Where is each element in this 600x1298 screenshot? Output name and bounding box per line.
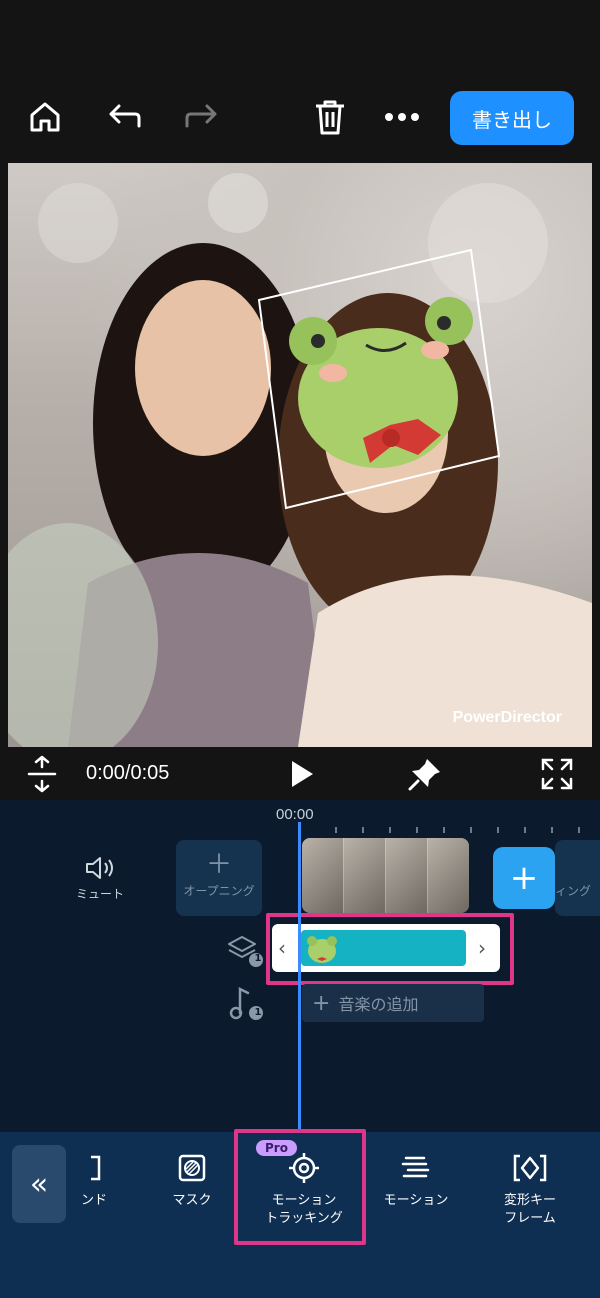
- fullscreen-icon[interactable]: [535, 752, 579, 796]
- pin-icon[interactable]: [403, 752, 447, 796]
- ruler-tick: [524, 827, 526, 833]
- mask-tool[interactable]: マスク: [160, 1150, 224, 1210]
- ruler-tick: [470, 827, 472, 833]
- ruler-tick: [497, 827, 499, 833]
- speaker-icon[interactable]: [85, 856, 115, 884]
- ruler-start-label: 00:00: [276, 806, 314, 823]
- ruler-tick: [335, 827, 337, 833]
- timecode: 0:00/0:05: [86, 762, 170, 784]
- clip-thumbnail: [386, 838, 428, 913]
- keyframe-label: 変形キー フレーム: [486, 1192, 574, 1228]
- blend-tool[interactable]: ンド: [72, 1150, 116, 1210]
- double-chevron-left-icon: «: [29, 1166, 49, 1202]
- preview-image: [8, 173, 592, 747]
- motion-lines-icon: [374, 1150, 458, 1186]
- keyframe-icon: [486, 1150, 574, 1186]
- ruler-tick: [578, 827, 580, 833]
- ending-slot[interactable]: ィング: [555, 840, 600, 916]
- music-note-icon[interactable]: [226, 985, 264, 1025]
- add-music-label: 音楽の追加: [338, 995, 419, 1014]
- clip-thumbnail: [302, 838, 344, 913]
- trash-icon[interactable]: [308, 95, 352, 139]
- video-preview[interactable]: PowerDirector: [8, 163, 592, 747]
- video-clip[interactable]: [302, 838, 469, 913]
- play-icon[interactable]: [280, 752, 324, 796]
- plus-icon: +: [312, 990, 331, 1016]
- motion-label: モーション: [383, 1193, 449, 1208]
- overlay-count-badge: 1: [254, 953, 262, 964]
- ruler-tick: [443, 827, 445, 833]
- opening-label: オープニング: [183, 884, 255, 898]
- redo-icon[interactable]: [180, 95, 224, 139]
- undo-icon[interactable]: [102, 95, 146, 139]
- ending-label: ィング: [555, 884, 592, 898]
- clip-thumbnail: [344, 838, 386, 913]
- ruler-tick: [416, 827, 418, 833]
- mask-label: マスク: [172, 1193, 212, 1208]
- blend-icon: [72, 1150, 116, 1186]
- keyframe-tool[interactable]: 変形キー フレーム: [486, 1150, 574, 1228]
- home-icon[interactable]: [23, 95, 67, 139]
- mute-label[interactable]: ミュート: [72, 885, 128, 902]
- add-clip-button[interactable]: +: [493, 847, 555, 909]
- music-count-badge: 1: [254, 1007, 262, 1018]
- keyframe-label-line2: フレーム: [504, 1211, 556, 1226]
- collapse-toolbar-button[interactable]: «: [12, 1145, 66, 1223]
- more-icon[interactable]: [380, 95, 424, 139]
- playhead[interactable]: [298, 822, 301, 1132]
- expand-vertical-icon[interactable]: [20, 752, 64, 796]
- mask-icon: [160, 1150, 224, 1186]
- ruler-tick: [551, 827, 553, 833]
- export-button[interactable]: 書き出し: [450, 91, 574, 145]
- add-music-button[interactable]: + 音楽の追加: [302, 984, 484, 1022]
- clip-thumbnail: [428, 838, 469, 913]
- plus-icon: ＋: [205, 850, 232, 880]
- watermark: PowerDirector: [452, 709, 562, 726]
- ruler-tick: [389, 827, 391, 833]
- motion-tracking-highlight: [234, 1129, 366, 1245]
- ruler-tick: [362, 827, 364, 833]
- motion-tool[interactable]: モーション: [374, 1150, 458, 1210]
- sticker-track-highlight: [266, 913, 514, 985]
- plus-icon: +: [509, 858, 539, 898]
- keyframe-label-line1: 変形キー: [503, 1193, 556, 1208]
- blend-label: ンド: [80, 1193, 107, 1208]
- opening-slot[interactable]: ＋ オープニング: [176, 840, 262, 916]
